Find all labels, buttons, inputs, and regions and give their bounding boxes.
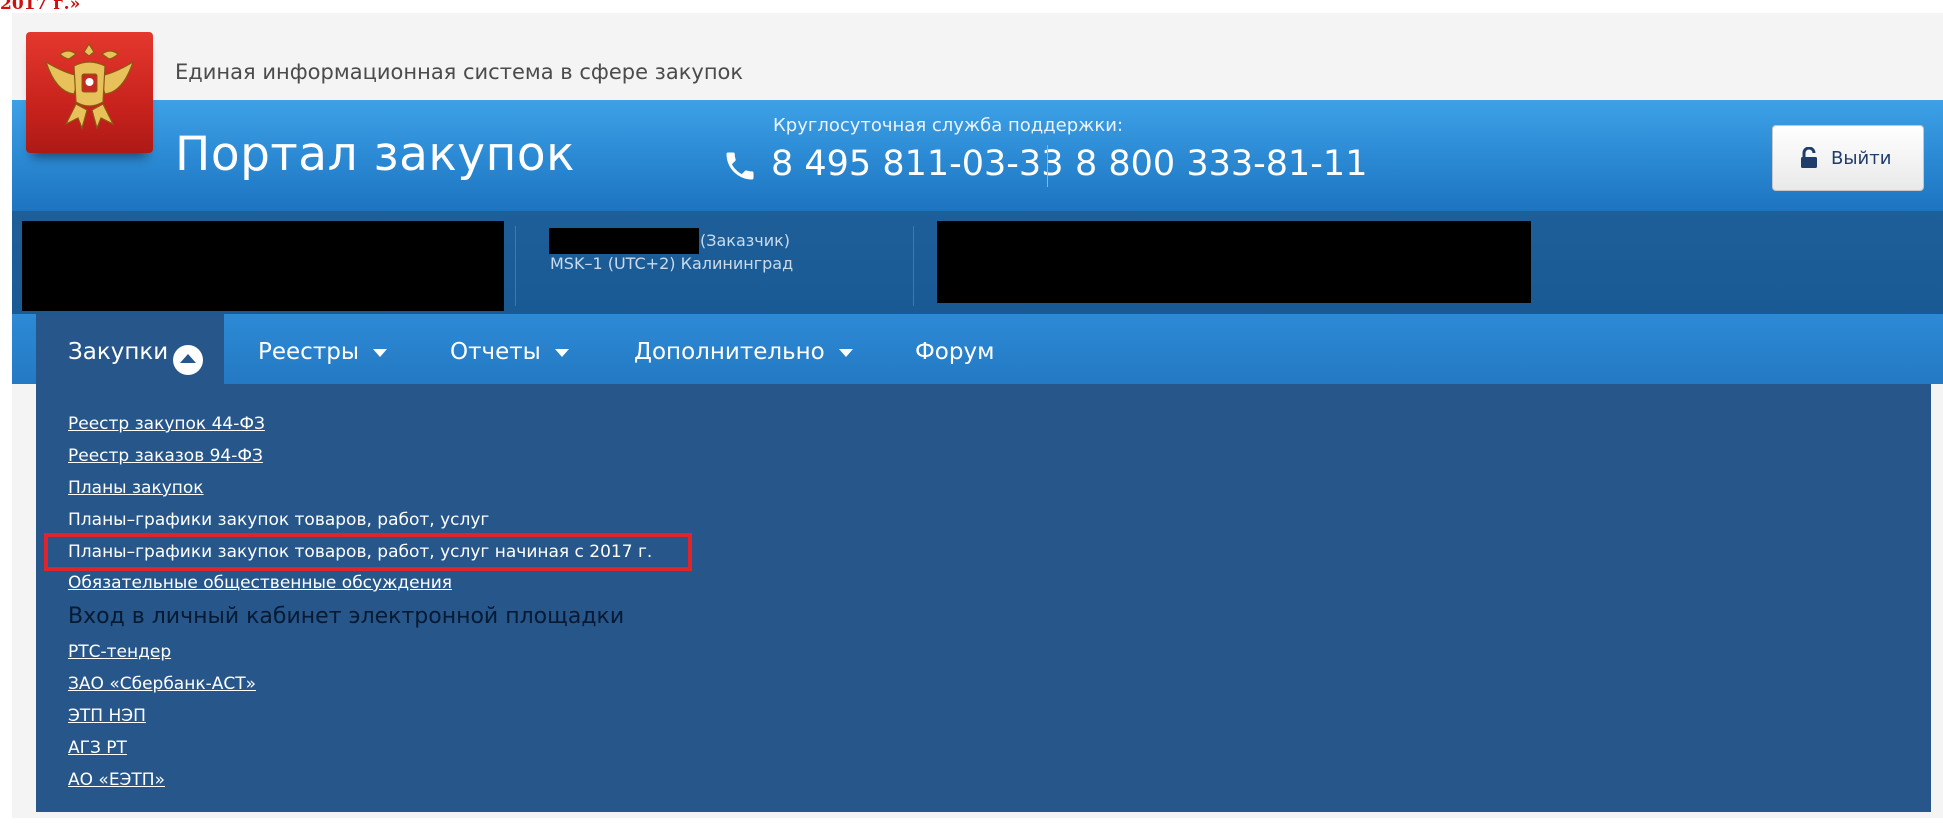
caret-down-icon bbox=[372, 348, 387, 357]
chevron-up-icon[interactable] bbox=[173, 345, 203, 375]
menu-link-procurement-plans[interactable]: Планы закупок bbox=[68, 478, 204, 498]
redacted-organization-details bbox=[937, 221, 1531, 303]
user-role: (Заказчик) bbox=[700, 231, 791, 250]
timezone-label: MSK–1 (UTC+2) Калининград bbox=[550, 254, 794, 273]
support-phone-2: 8 800 333-81-11 bbox=[1075, 144, 1368, 184]
user-bar-divider bbox=[515, 226, 516, 306]
etp-section-heading: Вход в личный кабинет электронной площад… bbox=[68, 604, 625, 629]
highlight-annotation-box bbox=[44, 533, 692, 571]
menu-link-registry-44fz[interactable]: Реестр закупок 44-ФЗ bbox=[68, 414, 265, 434]
portal-title[interactable]: Портал закупок bbox=[175, 127, 575, 182]
phone-divider bbox=[1047, 145, 1048, 187]
clipped-caption-text: 2017 г.» bbox=[0, 0, 81, 14]
phone-icon bbox=[726, 152, 754, 180]
logout-label: Выйти bbox=[1831, 148, 1892, 169]
redacted-user-name bbox=[549, 228, 699, 254]
menu-link-etp[interactable]: РТС-тендер bbox=[68, 642, 171, 662]
lock-icon bbox=[1801, 147, 1817, 168]
nav-item-dopolnitelno[interactable]: Дополнительно bbox=[634, 339, 853, 365]
support-label: Круглосуточная служба поддержки: bbox=[773, 115, 1124, 136]
system-title: Единая информационная система в сфере за… bbox=[175, 60, 744, 84]
menu-link-etp[interactable]: ЭТП НЭП bbox=[68, 706, 146, 726]
nav-item-reestry[interactable]: Реестры bbox=[258, 339, 387, 365]
menu-link-etp[interactable]: ЗАО «Сбербанк-АСТ» bbox=[68, 674, 256, 694]
nav-item-forum[interactable]: Форум bbox=[915, 339, 994, 365]
menu-item-schedule-plans[interactable]: Планы–графики закупок товаров, работ, ус… bbox=[68, 510, 489, 530]
nav-item-zakupki[interactable]: Закупки bbox=[68, 339, 168, 365]
menu-link-registry-94fz[interactable]: Реестр заказов 94-ФЗ bbox=[68, 446, 263, 466]
nav-item-otchety[interactable]: Отчеты bbox=[450, 339, 569, 365]
support-phone-1: 8 495 811-03-33 bbox=[771, 144, 1064, 184]
redacted-organization-name bbox=[22, 221, 504, 311]
zakupki-dropdown-menu bbox=[36, 384, 1931, 812]
caret-down-icon bbox=[554, 348, 569, 357]
double-headed-eagle-icon bbox=[44, 42, 135, 130]
menu-link-etp[interactable]: АГЗ РТ bbox=[68, 738, 127, 758]
nav-item-label: Дополнительно bbox=[634, 339, 825, 365]
nav-item-label: Реестры bbox=[258, 339, 359, 365]
user-bar-divider bbox=[913, 226, 914, 306]
nav-item-label: Закупки bbox=[68, 339, 169, 365]
caret-down-icon bbox=[838, 348, 853, 357]
nav-item-label: Форум bbox=[915, 339, 995, 365]
menu-link-public-discussions[interactable]: Обязательные общественные обсуждения bbox=[68, 573, 452, 593]
menu-link-etp[interactable]: АО «ЕЭТП» bbox=[68, 770, 165, 790]
nav-item-label: Отчеты bbox=[450, 339, 541, 365]
coat-of-arms-logo[interactable] bbox=[26, 32, 153, 153]
logout-button[interactable]: Выйти bbox=[1772, 125, 1924, 191]
